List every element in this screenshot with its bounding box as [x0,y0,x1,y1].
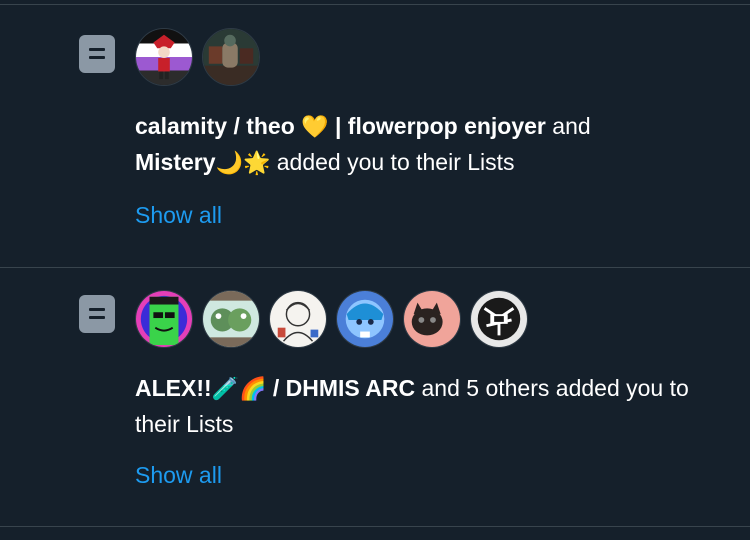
avatar[interactable] [202,28,260,86]
emoji: 💛 [301,115,329,140]
notification-text: calamity / theo 💛 | flowerpop enjoyer an… [135,109,715,181]
avatar[interactable] [403,290,461,348]
list-icon [79,35,115,73]
notification-text: ALEX!!🧪🌈 / DHMIS ARC and 5 others added … [135,371,715,441]
show-all-link[interactable]: Show all [135,202,222,229]
user-name-suffix[interactable]: / DHMIS ARC [273,375,415,401]
emoji: 🧪🌈 [211,377,267,402]
avatar[interactable] [135,290,193,348]
user-name-suffix[interactable]: | flowerpop enjoyer [329,113,546,139]
action-text: added you to their Lists [276,149,515,175]
avatar[interactable] [269,290,327,348]
notification-lists-2[interactable]: ALEX!!🧪🌈 / DHMIS ARC and 5 others added … [0,268,750,526]
connector-text: and [552,113,591,139]
avatar[interactable] [470,290,528,348]
avatar[interactable] [336,290,394,348]
user-name[interactable]: Mistery [135,149,216,175]
user-name[interactable]: ALEX!! [135,375,212,401]
avatar[interactable] [202,290,260,348]
emoji: 🌙🌟 [215,151,271,176]
notification-lists-1[interactable]: calamity / theo 💛 | flowerpop enjoyer an… [0,5,750,267]
divider [0,526,750,527]
user-name[interactable]: calamity / theo [135,113,295,139]
list-icon [79,295,115,333]
avatar[interactable] [135,28,193,86]
show-all-link[interactable]: Show all [135,462,222,489]
